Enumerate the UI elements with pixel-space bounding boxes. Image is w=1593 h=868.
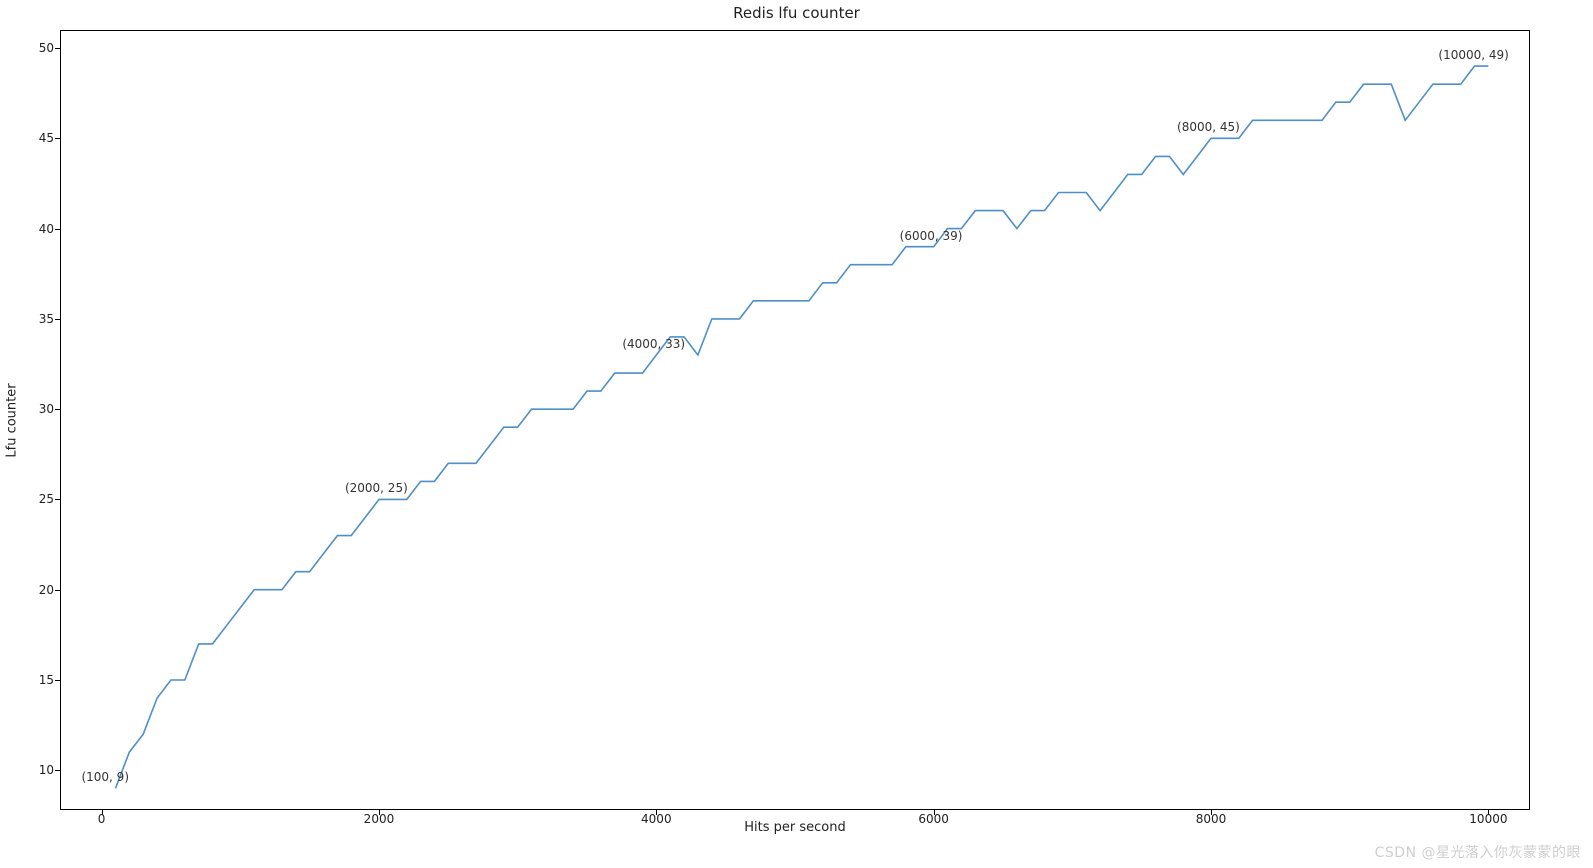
- ytick-label: 20: [14, 583, 54, 597]
- ytick-label: 45: [14, 131, 54, 145]
- ytick-mark: [55, 499, 60, 500]
- watermark-text: CSDN @星光落入你灰蒙蒙的眼: [1375, 842, 1581, 862]
- ytick-label: 15: [14, 673, 54, 687]
- annotation-label: (8000, 45): [1177, 120, 1240, 134]
- annotation-label: (100, 9): [81, 770, 129, 784]
- annotation-label: (6000, 39): [900, 229, 963, 243]
- ytick-label: 10: [14, 763, 54, 777]
- ytick-mark: [55, 138, 60, 139]
- ytick-label: 35: [14, 312, 54, 326]
- ytick-label: 40: [14, 222, 54, 236]
- ytick-mark: [55, 319, 60, 320]
- annotation-label: (4000, 33): [622, 337, 685, 351]
- series-line: [116, 66, 1489, 788]
- chart-title: Redis lfu counter: [0, 4, 1593, 22]
- ytick-label: 50: [14, 41, 54, 55]
- annotation-label: (10000, 49): [1438, 48, 1508, 62]
- y-axis-label: Lfu counter: [4, 30, 20, 810]
- figure: Redis lfu counter Lfu counter 0200040006…: [0, 0, 1593, 868]
- ytick-mark: [55, 48, 60, 49]
- ytick-label: 25: [14, 492, 54, 506]
- ytick-mark: [55, 590, 60, 591]
- ytick-mark: [55, 680, 60, 681]
- ytick-mark: [55, 409, 60, 410]
- x-axis-label: Hits per second: [60, 820, 1530, 835]
- chart-svg: [60, 30, 1530, 810]
- ytick-label: 30: [14, 402, 54, 416]
- annotation-label: (2000, 25): [345, 481, 408, 495]
- ytick-mark: [55, 229, 60, 230]
- ytick-mark: [55, 770, 60, 771]
